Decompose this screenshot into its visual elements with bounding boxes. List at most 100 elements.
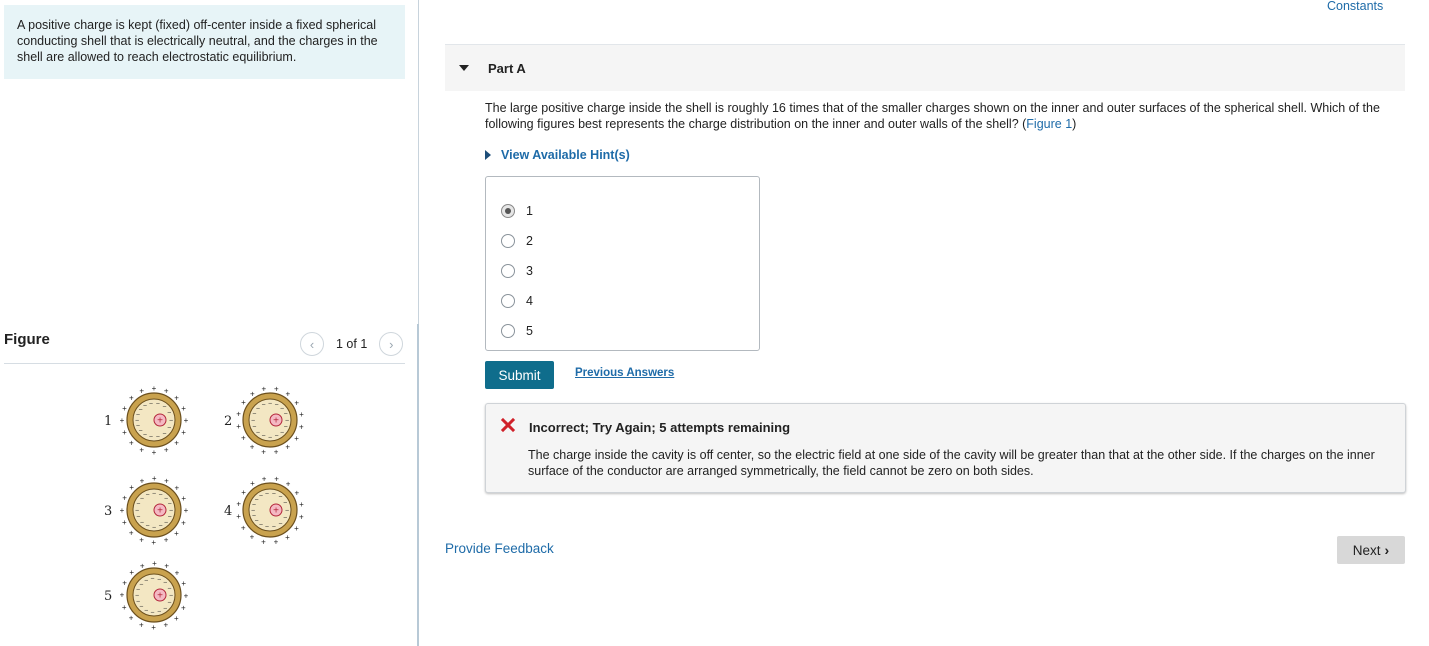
option-3[interactable]: 3 bbox=[486, 256, 759, 286]
previous-answers-link[interactable]: Previous Answers bbox=[575, 367, 674, 379]
option-label: 2 bbox=[526, 234, 533, 248]
outer-plus-charge: + bbox=[174, 484, 179, 493]
outer-plus-charge: + bbox=[294, 398, 299, 407]
inner-minus-charge: − bbox=[145, 523, 149, 530]
inner-minus-charge: − bbox=[157, 609, 161, 616]
outer-plus-charge: + bbox=[236, 512, 241, 521]
inner-minus-charge: − bbox=[261, 433, 265, 440]
inner-minus-charge: − bbox=[140, 520, 144, 527]
outer-plus-charge: + bbox=[174, 393, 179, 402]
outer-plus-charge: + bbox=[120, 591, 125, 600]
inner-minus-charge: − bbox=[268, 435, 272, 442]
outer-plus-charge: + bbox=[274, 385, 279, 394]
outer-plus-charge: + bbox=[139, 446, 144, 455]
outer-plus-charge: + bbox=[184, 591, 189, 600]
figure-counter: 1 of 1 bbox=[336, 337, 368, 351]
option-2[interactable]: 2 bbox=[486, 226, 759, 256]
outer-plus-charge: + bbox=[241, 523, 246, 532]
constants-link[interactable]: Constants bbox=[1327, 0, 1383, 13]
outer-plus-charge: + bbox=[164, 562, 169, 571]
radio-button[interactable] bbox=[501, 294, 515, 308]
inner-minus-charge: − bbox=[162, 431, 166, 438]
radio-button[interactable] bbox=[501, 234, 515, 248]
point-charge-sign: + bbox=[157, 591, 163, 602]
provide-feedback-link[interactable]: Provide Feedback bbox=[445, 541, 554, 556]
outer-plus-charge: + bbox=[140, 476, 145, 485]
figure-next-button[interactable]: › bbox=[379, 332, 404, 356]
outer-plus-charge: + bbox=[261, 447, 266, 456]
inner-minus-charge: − bbox=[135, 508, 139, 515]
inner-minus-charge: − bbox=[272, 524, 276, 531]
figure-prev-button[interactable]: ‹ bbox=[300, 332, 324, 356]
figure-link[interactable]: Figure 1 bbox=[1026, 117, 1072, 131]
outer-plus-charge: + bbox=[299, 500, 304, 509]
next-button[interactable]: Next › bbox=[1337, 536, 1405, 564]
outer-plus-charge: + bbox=[274, 447, 279, 456]
point-charge-sign: + bbox=[273, 506, 279, 517]
radio-button[interactable] bbox=[501, 264, 515, 278]
figure-option-4: 4+++++++++++ +++++−−−−−−−−−−−− − − −−+ bbox=[224, 475, 304, 547]
option-1[interactable]: 1 bbox=[486, 196, 759, 226]
inner-minus-charge: − bbox=[163, 605, 167, 612]
figure-option-number: 2 bbox=[224, 414, 232, 429]
feedback-body: The charge inside the cavity is off cent… bbox=[528, 448, 1375, 478]
problem-statement: A positive charge is kept (fixed) off-ce… bbox=[4, 5, 405, 79]
inner-minus-charge: − bbox=[140, 495, 144, 502]
outer-plus-charge: + bbox=[294, 434, 299, 443]
inner-minus-charge: − bbox=[272, 491, 276, 498]
figure-option-number: 1 bbox=[104, 414, 112, 429]
outer-plus-charge: + bbox=[152, 559, 157, 568]
inner-minus-charge: − bbox=[145, 492, 149, 499]
inner-minus-charge: − bbox=[168, 514, 172, 521]
inner-minus-charge: − bbox=[152, 491, 156, 498]
figure-option-1: 1 ++++++++++++ + +++−−−−−−−−−−−− − − −−+ bbox=[104, 384, 189, 457]
option-4[interactable]: 4 bbox=[486, 286, 759, 316]
outer-plus-charge: + bbox=[184, 506, 189, 515]
radio-button-checked[interactable] bbox=[501, 204, 515, 218]
outer-plus-charge: + bbox=[236, 422, 241, 431]
inner-minus-charge: − bbox=[162, 404, 166, 411]
answer-options: 1 2 3 4 5 bbox=[485, 176, 760, 351]
outer-plus-charge: + bbox=[164, 386, 169, 395]
inner-minus-charge: − bbox=[265, 491, 269, 498]
option-5[interactable]: 5 bbox=[486, 316, 759, 346]
view-hints-toggle[interactable]: View Available Hint(s) bbox=[485, 148, 630, 162]
outer-plus-charge: + bbox=[129, 483, 134, 492]
inner-minus-charge: − bbox=[168, 501, 172, 508]
inner-minus-charge: − bbox=[259, 522, 263, 529]
inner-minus-charge: − bbox=[259, 493, 263, 500]
submit-button[interactable]: Submit bbox=[485, 361, 554, 389]
inner-minus-charge: − bbox=[158, 523, 162, 530]
outer-plus-charge: + bbox=[129, 528, 134, 537]
outer-plus-charge: + bbox=[299, 422, 304, 431]
outer-plus-charge: + bbox=[164, 446, 169, 455]
outer-plus-charge: + bbox=[285, 443, 290, 452]
outer-plus-charge: + bbox=[129, 568, 134, 577]
inner-minus-charge: − bbox=[158, 492, 162, 499]
outer-plus-charge: + bbox=[139, 386, 144, 395]
inner-minus-charge: − bbox=[150, 576, 154, 583]
caret-down-icon bbox=[459, 65, 469, 71]
inner-minus-charge: − bbox=[144, 577, 148, 584]
charge-distribution-figure[interactable]: 1 ++++++++++++ + +++−−−−−−−−−−−− − − −−+ 2 +++++… bbox=[90, 375, 330, 635]
inner-minus-charge: − bbox=[156, 401, 160, 408]
feedback-panel: Incorrect; Try Again; 5 attempts remaini… bbox=[485, 403, 1406, 493]
outer-plus-charge: + bbox=[261, 537, 266, 546]
outer-plus-charge: + bbox=[274, 475, 279, 484]
outer-plus-charge: + bbox=[181, 494, 186, 503]
inner-minus-charge: − bbox=[256, 405, 260, 412]
figure-option-2: 2 ++++++++++++ ++++−−−−−−−−−−−− − −−−+ bbox=[224, 385, 304, 457]
radio-button[interactable] bbox=[501, 324, 515, 338]
inner-minus-charge: − bbox=[167, 410, 171, 417]
part-a-header[interactable]: Part A bbox=[445, 45, 1405, 91]
point-charge-sign: + bbox=[273, 416, 279, 427]
outer-plus-charge: + bbox=[122, 494, 127, 503]
inner-minus-charge: − bbox=[274, 402, 278, 409]
inner-minus-charge: − bbox=[167, 600, 171, 607]
outer-plus-charge: + bbox=[129, 393, 134, 402]
inner-minus-charge: − bbox=[284, 424, 288, 431]
figure-rule bbox=[4, 363, 405, 364]
outer-plus-charge: + bbox=[174, 529, 179, 538]
outer-plus-charge: + bbox=[184, 416, 189, 425]
inner-minus-charge: − bbox=[143, 432, 147, 439]
